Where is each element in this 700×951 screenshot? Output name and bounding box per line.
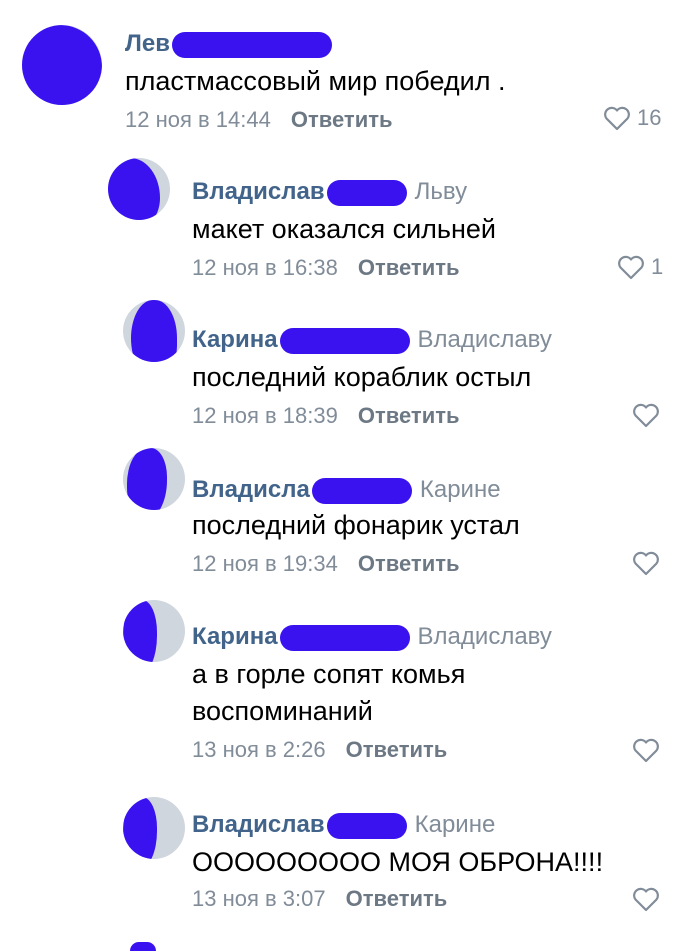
comment-header: Владисла Карине: [192, 476, 501, 504]
comment-meta: 12 ноя в 18:39 Ответить: [192, 403, 460, 429]
reply-button[interactable]: Ответить: [358, 255, 460, 280]
comment-date: 12 ноя в 14:44: [125, 107, 271, 132]
avatar[interactable]: [22, 25, 102, 105]
comment-meta: 13 ноя в 2:26 Ответить: [192, 737, 447, 763]
author-name[interactable]: Лев: [125, 30, 170, 57]
heart-icon: [633, 551, 659, 576]
author-name[interactable]: Владислав: [192, 178, 325, 205]
author-name[interactable]: Владислав: [192, 811, 325, 838]
comment-header: Владислав Льву: [192, 178, 467, 206]
comment-header: Владислав Карине: [192, 811, 495, 839]
heart-icon: [633, 887, 659, 912]
comment-header: Карина Владиславу: [192, 326, 552, 354]
avatar[interactable]: [108, 158, 170, 220]
comment-date: 13 ноя в 2:26: [192, 737, 326, 762]
avatar[interactable]: [123, 600, 185, 662]
heart-icon: [633, 738, 659, 763]
comment-date: 12 ноя в 19:34: [192, 551, 338, 576]
like-button[interactable]: 16: [603, 105, 661, 131]
comment-header: Карина Владиславу: [192, 623, 552, 651]
like-count: 1: [651, 254, 664, 279]
redacted-mark: [326, 179, 407, 206]
reply-button[interactable]: Ответить: [291, 107, 393, 132]
reply-button[interactable]: Ответить: [346, 737, 448, 762]
comment-text: последний кораблик остыл: [192, 362, 532, 392]
author-name[interactable]: Владисла: [192, 476, 310, 503]
comment-meta: 12 ноя в 19:34 Ответить: [192, 551, 460, 577]
redacted-mark: [279, 327, 410, 354]
reply-to: Карине: [419, 476, 501, 503]
comment-text: последний фонарик устал: [192, 510, 520, 540]
redacted-mark: [326, 812, 407, 839]
reply-button[interactable]: Ответить: [358, 403, 460, 428]
redacted-mark: [279, 624, 410, 651]
reply-to: Льву: [414, 178, 468, 205]
comment-meta: 13 ноя в 3:07 Ответить: [192, 886, 447, 912]
heart-icon: [633, 403, 659, 428]
like-button[interactable]: [632, 550, 660, 576]
comment-text: ООООООООО МОЯ ОБРОНА!!!!: [192, 847, 604, 877]
reply-to: Карине: [414, 811, 496, 838]
avatar[interactable]: [123, 448, 185, 510]
avatar[interactable]: [123, 797, 185, 859]
reply-button[interactable]: Ответить: [346, 886, 448, 911]
reply-to: Владиславу: [417, 326, 552, 353]
heart-icon: [618, 255, 644, 280]
author-name[interactable]: Карина: [192, 623, 278, 650]
comment-date: 12 ноя в 18:39: [192, 403, 338, 428]
like-button[interactable]: [632, 886, 660, 912]
like-button[interactable]: [632, 402, 660, 428]
comment-header: Лев: [125, 30, 332, 58]
author-name[interactable]: Карина: [192, 326, 278, 353]
comment-date: 12 ноя в 16:38: [192, 255, 338, 280]
comment-text: а в горле сопят комья воспоминаний: [192, 659, 466, 726]
comment-meta: 12 ноя в 14:44 Ответить: [125, 107, 393, 133]
reply-button[interactable]: Ответить: [358, 551, 460, 576]
redacted-mark: [311, 477, 412, 504]
reply-to: Владиславу: [417, 623, 552, 650]
heart-icon: [604, 106, 630, 131]
comment-text: макет оказался сильней: [192, 214, 497, 244]
avatar[interactable]: [130, 942, 156, 951]
like-count: 16: [637, 105, 662, 130]
avatar[interactable]: [123, 300, 185, 362]
redacted-mark: [171, 31, 332, 58]
comment-meta: 12 ноя в 16:38 Ответить: [192, 255, 460, 281]
like-button[interactable]: [632, 737, 660, 763]
comment-text: пластмассовый мир победил .: [125, 66, 506, 96]
comment-date: 13 ноя в 3:07: [192, 886, 326, 911]
like-button[interactable]: 1: [617, 254, 663, 280]
